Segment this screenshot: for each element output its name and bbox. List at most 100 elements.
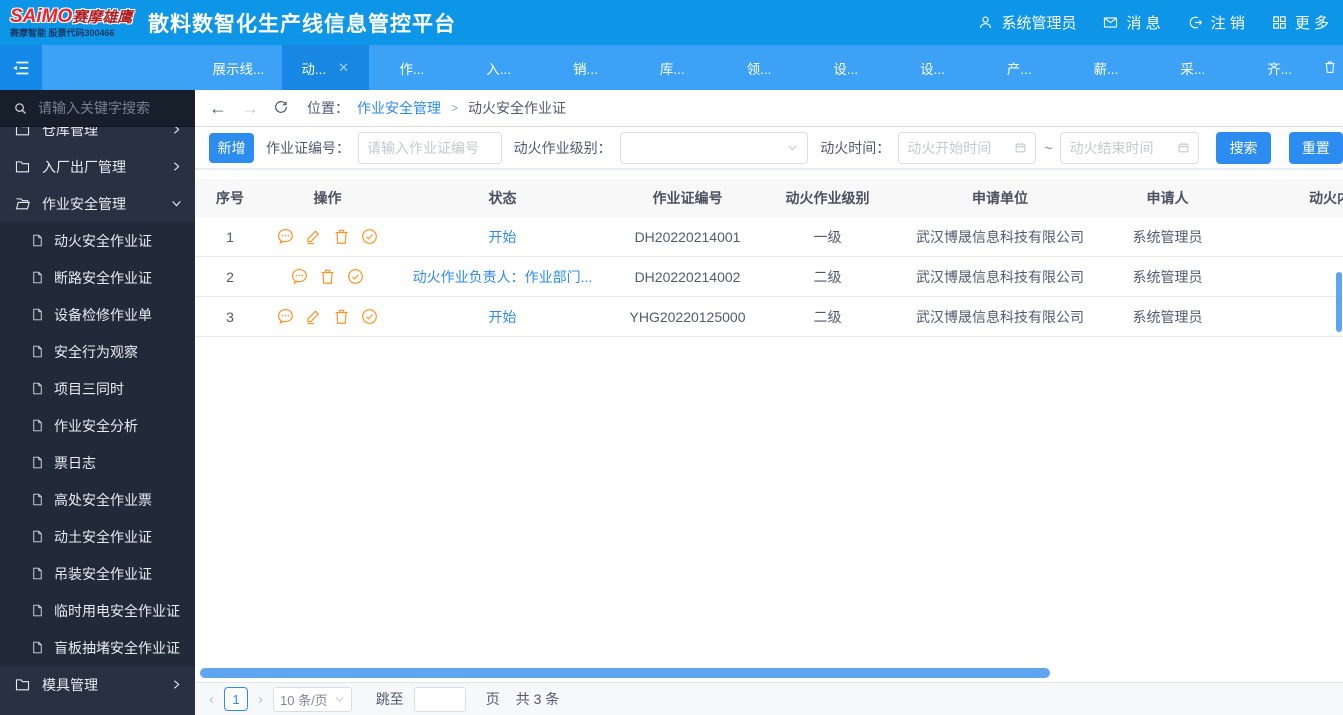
nav-back-icon[interactable]: ←	[209, 98, 227, 119]
sidebar-item-吊装安全作业证[interactable]: 吊装安全作业证	[0, 555, 195, 592]
sidebar-item-作业安全分析[interactable]: 作业安全分析	[0, 407, 195, 444]
mail-icon	[1104, 17, 1118, 28]
page-number-button[interactable]: 1	[224, 687, 248, 711]
nav-forward-icon[interactable]: →	[241, 98, 259, 119]
sidebar-item-label: 高处安全作业票	[54, 491, 152, 508]
delete-icon	[321, 269, 334, 284]
tab[interactable]: 产...	[976, 45, 1063, 90]
add-button[interactable]: 新增	[209, 132, 254, 163]
comment-button[interactable]	[276, 227, 295, 246]
jump-page-input[interactable]	[413, 686, 466, 712]
page-size-select[interactable]: 10 条/页	[273, 686, 352, 712]
cell-applicant: 系统管理员	[1132, 308, 1203, 325]
calendar-icon	[1015, 142, 1026, 153]
cell-applicant: 系统管理员	[1132, 228, 1203, 245]
close-all-tabs-button[interactable]	[1322, 59, 1338, 80]
sidebar-submenu: 动火安全作业证 断路安全作业证 设备检修作业单 安全行为观察 项目三同时作业安全分析 票日…	[0, 222, 195, 666]
tab[interactable]: 采...	[1149, 45, 1236, 90]
check-button[interactable]	[360, 227, 379, 246]
sidebar-item-高处安全作业票[interactable]: 高处安全作业票	[0, 481, 195, 518]
status-link[interactable]: 开始	[489, 227, 517, 247]
tab[interactable]: 展示线...	[195, 45, 282, 90]
sidebar-item-项目三同时[interactable]: 项目三同时	[0, 370, 195, 407]
delete-button[interactable]	[332, 227, 351, 246]
search-button[interactable]: 搜索	[1216, 131, 1271, 164]
sidebar-group-入厂出厂管理[interactable]: 入厂出厂管理	[0, 148, 195, 185]
delete-button[interactable]	[318, 267, 337, 286]
table-header-row: 序号 操作 状态 作业证编号 动火作业级别 申请单位 申请人 动火内	[195, 179, 1343, 217]
sidebar-item-label: 作业安全分析	[54, 417, 138, 434]
sidebar-item-安全行为观察[interactable]: 安全行为观察	[0, 333, 195, 370]
logout-button[interactable]: 注 销	[1187, 12, 1245, 33]
brand-logo[interactable]: SAiMO赛摩雄鹰 赛摩智能 股票代码300466	[10, 7, 138, 38]
breadcrumb-parent-link[interactable]: 作业安全管理	[357, 98, 441, 118]
tab[interactable]: 设...	[802, 45, 889, 90]
reset-button[interactable]: 重置	[1288, 131, 1343, 164]
column-header: 序号	[216, 190, 244, 206]
level-select[interactable]	[619, 131, 809, 164]
next-page-icon[interactable]: ›	[258, 691, 263, 708]
chevron-down-icon	[335, 696, 343, 702]
sidebar-search-input[interactable]: 请输入关键字搜索	[0, 90, 195, 127]
sidebar-item-动土安全作业证[interactable]: 动土安全作业证	[0, 518, 195, 555]
tab-close-icon[interactable]: ✕	[338, 60, 349, 76]
folder-open-icon	[15, 198, 30, 210]
tab[interactable]: 设...	[889, 45, 976, 90]
end-time-placeholder: 动火结束时间	[1069, 139, 1154, 156]
tab[interactable]: 库...	[629, 45, 716, 90]
current-user[interactable]: 系统管理员	[977, 12, 1076, 33]
cell-level: 二级	[813, 268, 842, 285]
check-button[interactable]	[360, 307, 379, 326]
prev-page-icon[interactable]: ‹	[209, 691, 214, 708]
edit-button[interactable]	[304, 227, 323, 246]
cell-content	[1230, 257, 1343, 296]
cell-seq: 2	[226, 268, 234, 285]
tab[interactable]: 齐...	[1236, 45, 1323, 90]
sidebar-group-label: 模具管理	[42, 676, 98, 693]
sidebar-item-盲板抽堵安全作业证[interactable]: 盲板抽堵安全作业证	[0, 629, 195, 666]
sidebar-item-断路安全作业证[interactable]: 断路安全作业证	[0, 259, 195, 296]
column-header: 申请人	[1146, 190, 1189, 206]
delete-button[interactable]	[332, 307, 351, 326]
tab[interactable]: 销...	[542, 45, 629, 90]
sidebar-item-票日志[interactable]: 票日志	[0, 444, 195, 481]
main-content: ← → 位置： 作业安全管理 > 动火安全作业证 新增 作业证编号： 请输入作业…	[195, 90, 1343, 715]
sidebar-group-模具管理[interactable]: 模具管理	[0, 666, 195, 703]
approve-icon	[348, 269, 363, 284]
comment-button[interactable]	[290, 267, 309, 286]
check-button[interactable]	[346, 267, 365, 286]
table-body: 1 开始 DH20220214001 一级 武汉博晟信息科技有限公司 系统管理员 2 动火作业…	[195, 217, 1343, 337]
sidebar-item-label: 票日志	[54, 454, 96, 471]
sidebar-item-label: 临时用电安全作业证	[54, 602, 180, 619]
logout-label: 注 销	[1210, 15, 1245, 32]
approve-icon	[362, 309, 377, 324]
tab[interactable]: 领...	[716, 45, 803, 90]
tab-active[interactable]: 动... ✕	[281, 45, 369, 90]
more-button[interactable]: 更 多	[1271, 12, 1329, 33]
sidebar-collapse-button[interactable]	[0, 45, 42, 90]
horizontal-scrollbar[interactable]	[200, 668, 1050, 678]
vertical-scrollbar[interactable]	[1336, 272, 1342, 332]
file-icon	[33, 234, 42, 247]
status-link[interactable]: 开始	[489, 307, 517, 327]
refresh-icon[interactable]	[273, 99, 289, 118]
pagination: ‹ 1 › 10 条/页 跳至 页 共 3 条	[195, 682, 1343, 715]
tab[interactable]: 作...	[369, 45, 456, 90]
sidebar-group-label: 作业安全管理	[42, 195, 126, 212]
brand-name: SAiMO	[10, 6, 73, 27]
sidebar-item-临时用电安全作业证[interactable]: 临时用电安全作业证	[0, 592, 195, 629]
start-time-input[interactable]: 动火开始时间	[898, 131, 1037, 164]
comment-button[interactable]	[276, 307, 295, 326]
status-link[interactable]: 动火作业负责人：作业部门...	[413, 267, 593, 287]
folder-icon	[15, 161, 30, 173]
end-time-input[interactable]: 动火结束时间	[1060, 131, 1199, 164]
edit-button[interactable]	[304, 307, 323, 326]
chevron-down-icon	[788, 144, 797, 151]
sidebar-item-设备检修作业单[interactable]: 设备检修作业单	[0, 296, 195, 333]
tab[interactable]: 入...	[455, 45, 542, 90]
sidebar-group-作业安全管理[interactable]: 作业安全管理	[0, 185, 195, 222]
messages-button[interactable]: 消 息	[1102, 12, 1161, 33]
sidebar-item-动火安全作业证[interactable]: 动火安全作业证	[0, 222, 195, 259]
cert-no-input[interactable]: 请输入作业证编号	[358, 131, 502, 164]
tab[interactable]: 薪...	[1063, 45, 1150, 90]
